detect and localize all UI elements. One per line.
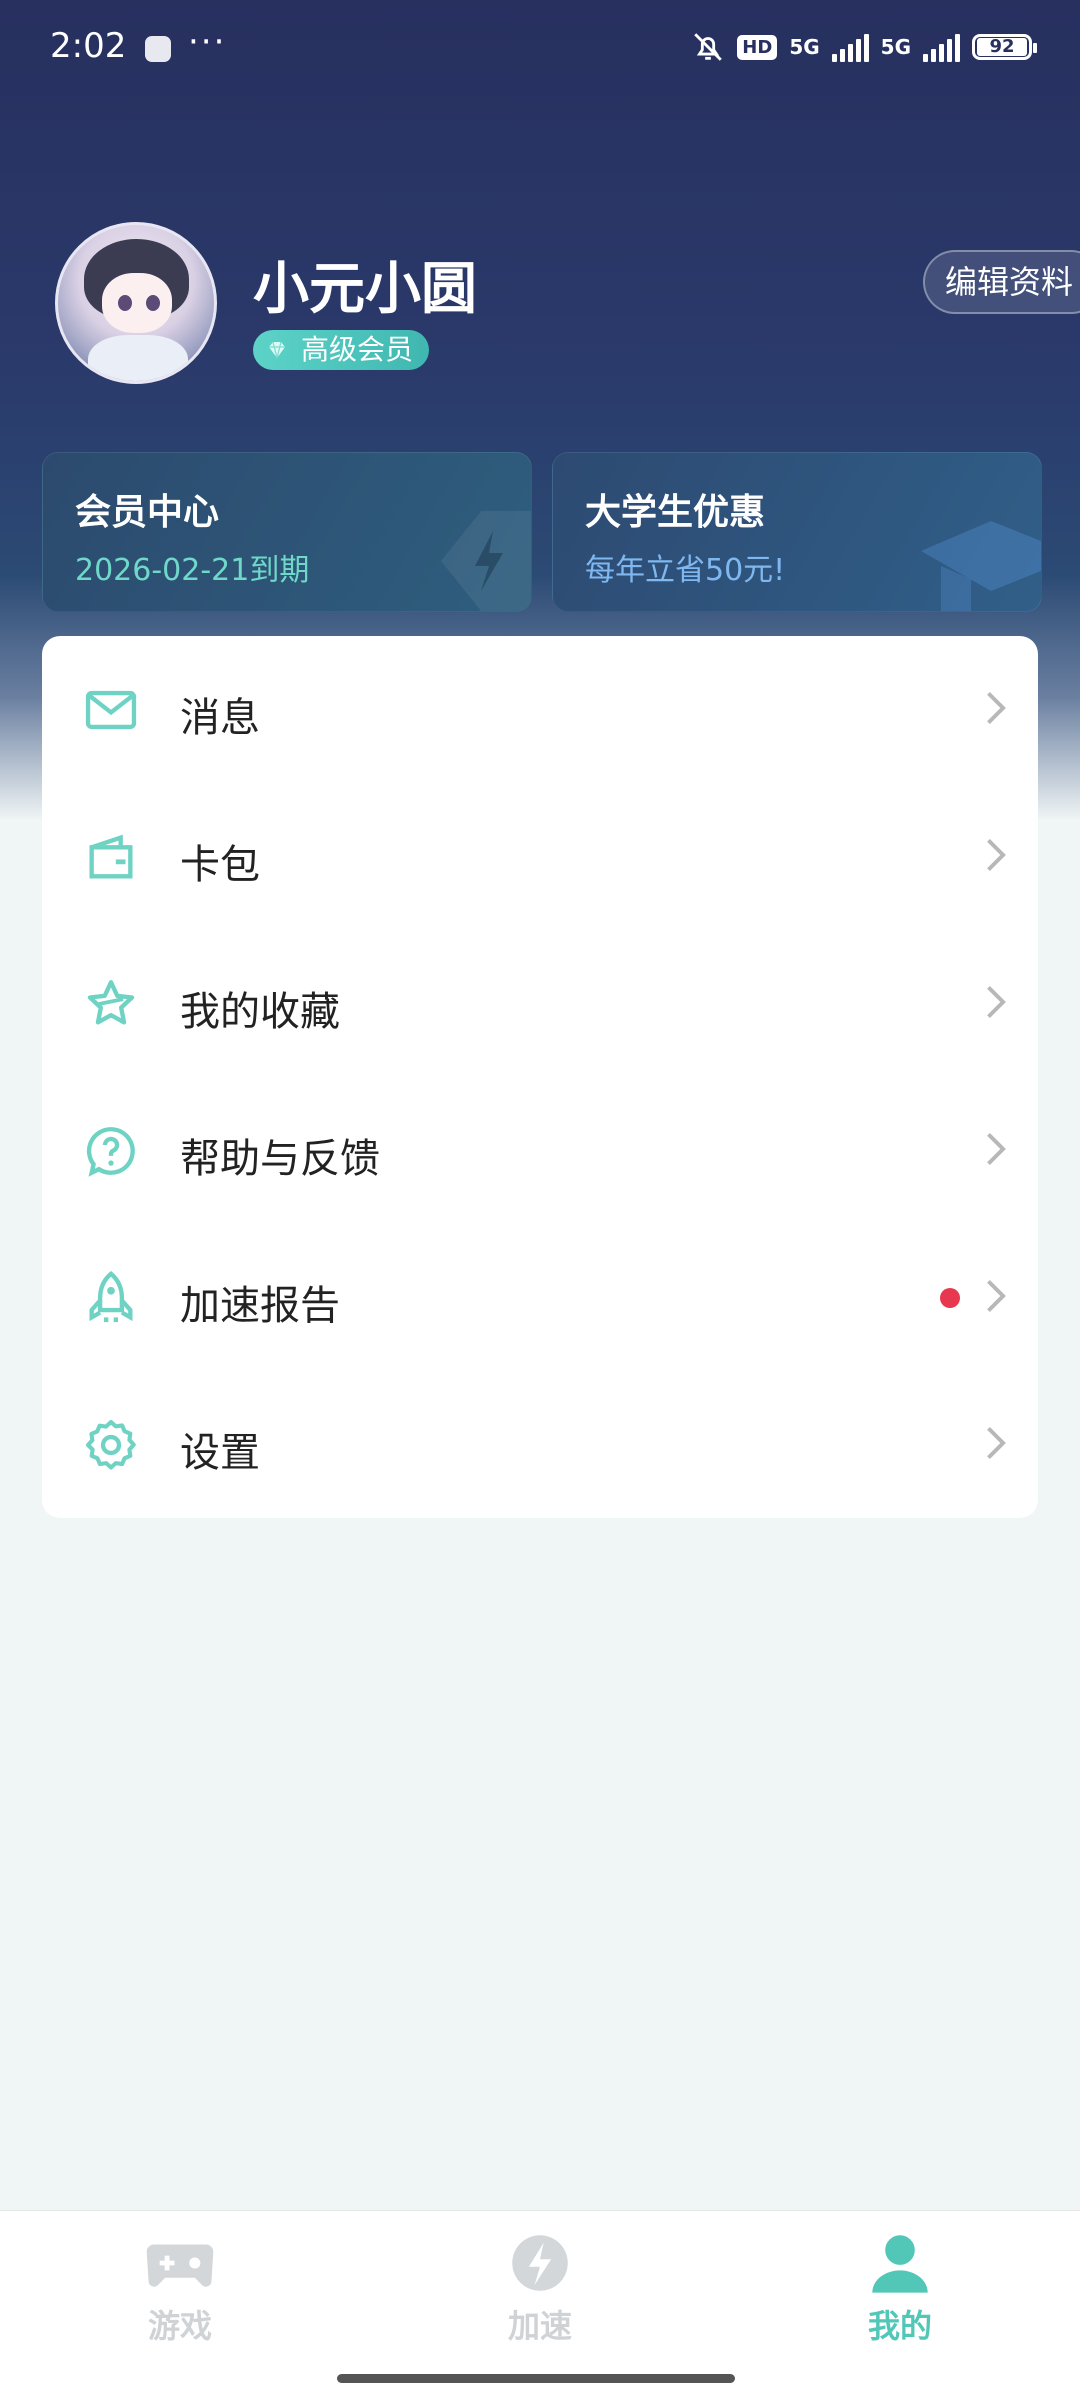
bell-muted-icon [694, 33, 723, 61]
menu-list: 消息 卡包 我的收藏 帮助与反馈 加速报告 设置 [42, 636, 1038, 1518]
chevron-right-icon [987, 1279, 1006, 1313]
bottom-tab-bar: 游戏 加速 我的 [0, 2210, 1080, 2401]
chevron-right-icon [987, 1426, 1006, 1460]
signal-2-icon [923, 32, 960, 62]
wallet-icon [89, 834, 133, 879]
menu-item-messages[interactable]: 消息 [42, 636, 1038, 783]
menu-item-label: 设置 [180, 1430, 260, 1476]
student-discount-card[interactable]: 大学生优惠 每年立省50元! [552, 452, 1042, 612]
home-indicator[interactable] [337, 2374, 735, 2383]
rocket-icon [89, 1271, 133, 1323]
tab-label: 游戏 [147, 2307, 212, 2345]
notification-app-icon [145, 36, 171, 62]
graduation-cap-icon [921, 521, 1041, 611]
battery-icon: 92 [972, 34, 1037, 60]
member-center-card[interactable]: 会员中心 2026-02-21到期 [42, 452, 532, 612]
lightning-icon [512, 2235, 568, 2291]
gamepad-icon [146, 2244, 214, 2287]
unread-dot-badge [940, 1288, 960, 1308]
menu-item-label: 消息 [180, 695, 260, 741]
battery-level: 92 [977, 38, 1027, 56]
menu-item-label: 帮助与反馈 [180, 1136, 380, 1182]
edit-profile-button[interactable]: 编辑资料 [923, 250, 1080, 314]
mail-icon [85, 690, 137, 730]
star-icon [87, 980, 135, 1025]
member-badge: 高级会员 [253, 330, 430, 370]
status-time: 2:02 [50, 26, 127, 66]
tab-label: 我的 [867, 2307, 932, 2345]
gear-icon [85, 1419, 136, 1470]
tab-mine[interactable]: 我的 [800, 2231, 1000, 2347]
status-bar: 2:02 ··· HD 5G 5G 92 [0, 0, 1080, 100]
chevron-right-icon [987, 838, 1006, 872]
chevron-right-icon [987, 691, 1006, 725]
tab-accelerate[interactable]: 加速 [440, 2231, 640, 2347]
menu-item-wallet[interactable]: 卡包 [42, 783, 1038, 930]
vip-lightning-icon [441, 511, 531, 611]
student-discount-subtitle: 每年立省50元! [585, 553, 786, 588]
menu-item-label: 卡包 [180, 842, 260, 888]
chevron-right-icon [987, 985, 1006, 1019]
sim1-network-label: 5G [789, 35, 820, 59]
menu-item-favorites[interactable]: 我的收藏 [42, 930, 1038, 1077]
menu-item-speed-report[interactable]: 加速报告 [42, 1224, 1038, 1371]
student-discount-title: 大学生优惠 [585, 492, 766, 533]
menu-item-label: 加速报告 [180, 1283, 340, 1329]
tab-label: 加速 [507, 2307, 572, 2345]
member-expiry-label: 2026-02-21到期 [75, 553, 310, 588]
help-icon [86, 1127, 135, 1177]
person-icon [872, 2235, 928, 2293]
avatar[interactable] [55, 222, 217, 384]
diamond-icon [269, 341, 285, 359]
hd-voice-icon: HD [737, 34, 778, 60]
signal-1-icon [831, 32, 869, 62]
profile-name: 小元小圆 [253, 257, 477, 322]
member-center-title: 会员中心 [75, 492, 220, 533]
chevron-right-icon [987, 1132, 1006, 1166]
sim2-network-label: 5G [880, 35, 911, 59]
menu-item-label: 我的收藏 [180, 989, 340, 1035]
tab-games[interactable]: 游戏 [80, 2231, 280, 2347]
more-notifications-icon: ··· [188, 22, 227, 62]
menu-item-settings[interactable]: 设置 [42, 1371, 1038, 1518]
menu-item-help[interactable]: 帮助与反馈 [42, 1077, 1038, 1224]
member-badge-label: 高级会员 [301, 333, 414, 366]
